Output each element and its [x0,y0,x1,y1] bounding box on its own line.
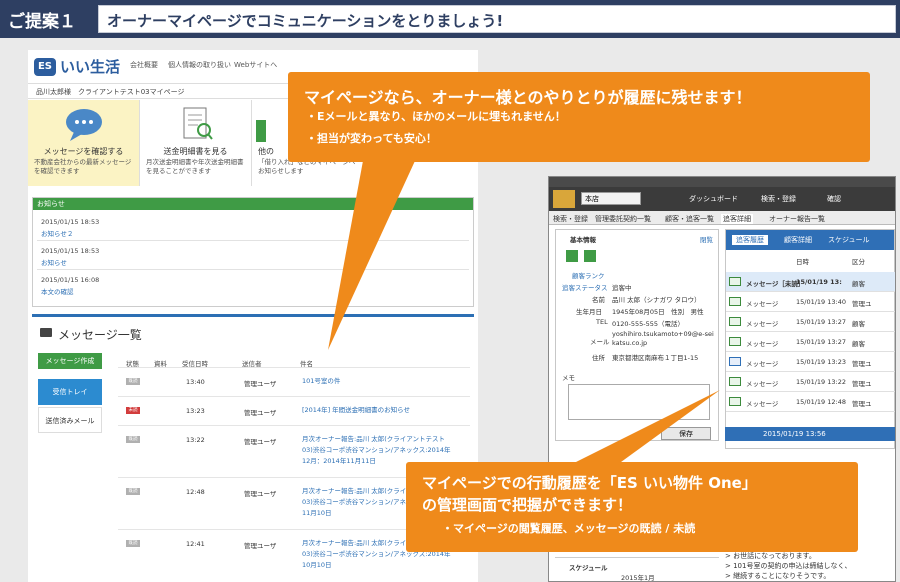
top-callout-title: マイページなら、オーナー様とのやりとりが履歴に残せます！ [304,88,752,107]
bottom-callout-bullet: ・マイページの閲覧履歴、メッセージの既読 / 未読 [442,522,696,535]
top-callout-bullet-1: ・Eメールと異なり、ほかのメールに埋もれません！ [306,110,566,123]
top-callout-bullet-2: ・担当が変わっても安心！ [306,132,437,145]
top-callout: マイページなら、オーナー様とのやりとりが履歴に残せます！ ・Eメールと異なり、ほ… [288,72,870,162]
bottom-callout-line-1: マイページでの行動履歴を「ES いい物件 One」 [422,474,757,492]
top-callout-pointer [328,150,420,350]
bottom-callout: マイページでの行動履歴を「ES いい物件 One」 の管理画面で把握ができます！… [406,462,858,552]
bottom-callout-line-2: の管理画面で把握ができます！ [422,496,633,514]
bottom-callout-pointer [560,390,720,470]
